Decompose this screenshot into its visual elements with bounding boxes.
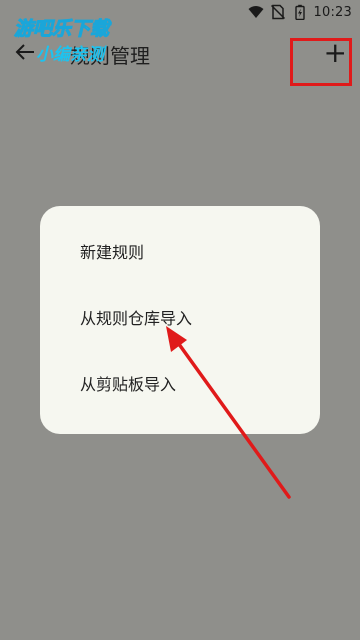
page-title: 规则管理: [70, 44, 150, 68]
app-bar: 规则管理 +: [0, 30, 360, 86]
menu-item-new-rule[interactable]: 新建规则: [40, 218, 320, 284]
import-menu-dialog: 新建规则 从规则仓库导入 从剪贴板导入: [40, 206, 320, 434]
battery-charging-icon: [294, 4, 305, 20]
menu-item-import-from-repo[interactable]: 从规则仓库导入: [40, 284, 320, 350]
no-sim-icon: [270, 4, 285, 20]
wifi-icon: [248, 6, 264, 18]
status-icons: 10:23: [248, 3, 352, 21]
status-bar: 10:23: [0, 0, 360, 24]
plus-icon[interactable]: +: [324, 39, 347, 67]
status-time: 10:23: [313, 4, 352, 20]
menu-item-import-from-clipboard[interactable]: 从剪贴板导入: [40, 350, 320, 416]
screen: 10:23 规则管理 + 游吧乐下载 小编亲测 新建规则 从规则仓库导入 从剪贴…: [0, 0, 360, 640]
arrow-left-icon[interactable]: [14, 41, 36, 63]
add-rule-button[interactable]: +: [290, 38, 352, 86]
